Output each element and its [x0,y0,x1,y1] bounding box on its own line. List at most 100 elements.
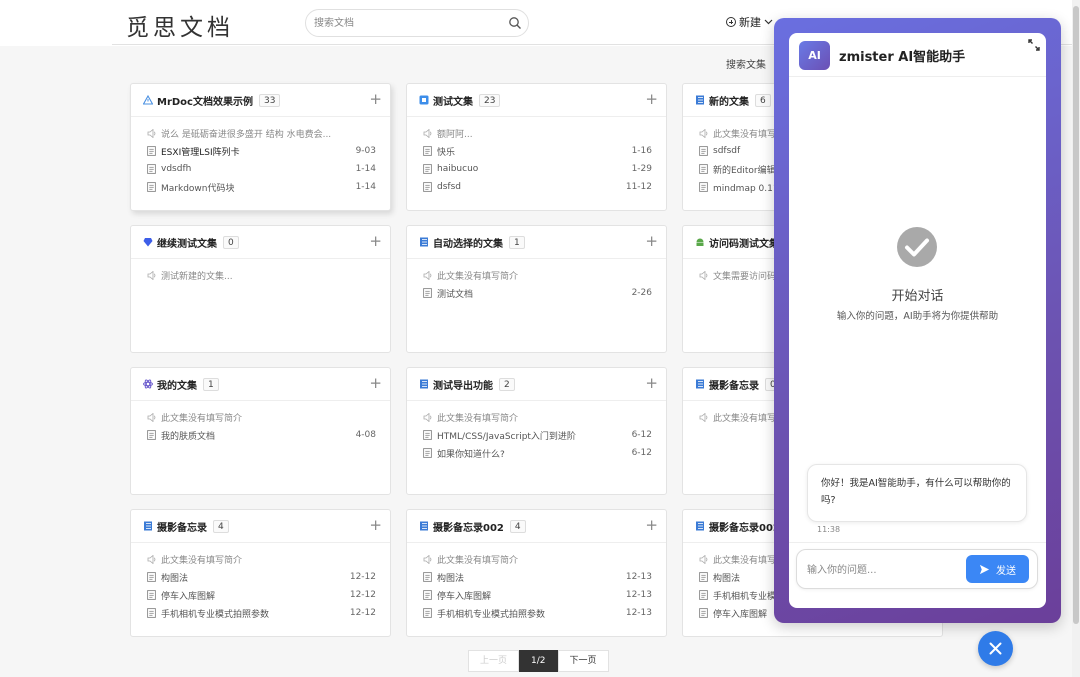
doc-title[interactable]: 我的肤质文档 [161,429,348,442]
doc-title[interactable]: 快乐 [437,145,624,158]
check-circle-icon [897,227,937,267]
prev-page-button[interactable]: 上一页 [468,650,520,672]
collection-description: 此文集没有填写简介 [423,408,652,426]
doc-list-item[interactable]: haibucuo 1-29 [423,160,652,178]
doc-count-badge: 0 [223,235,239,249]
search-collections-link[interactable]: 搜索文集 [726,56,766,71]
document-icon [147,146,156,156]
doc-title[interactable]: vdsdfh [161,164,348,174]
doc-date: 12-13 [625,608,652,618]
chat-footer-divider [789,542,1046,543]
doc-list-item[interactable]: 我的肤质文档 4-08 [147,426,376,444]
speaker-icon [699,554,708,564]
doc-count-badge: 1 [203,377,219,391]
doc-list-item[interactable]: 如果你知道什么? 6-12 [423,444,652,462]
document-icon [147,182,156,192]
doc-list-item[interactable]: ESXI管理LSI阵列卡 9-03 [147,142,376,160]
doc-title[interactable]: 构图法 [161,571,342,584]
doc-title[interactable]: 停车入库图解 [161,589,342,602]
add-doc-button[interactable]: + [645,517,658,533]
doc-title[interactable]: 手机相机专业模式拍照参数 [437,607,618,620]
document-icon [699,608,708,618]
doc-title[interactable]: 测试文档 [437,287,624,300]
collection-title[interactable]: 摄影备忘录 [157,519,207,534]
doc-title[interactable]: HTML/CSS/JavaScript入门到进阶 [437,429,624,442]
add-doc-button[interactable]: + [369,233,382,249]
collection-title[interactable]: 摄影备忘录002 [433,519,504,534]
search-icon[interactable] [508,16,522,30]
gem-icon [143,238,153,247]
doc-list-item[interactable]: 测试文档 2-26 [423,284,652,302]
document-icon [423,608,432,618]
add-doc-button[interactable]: + [369,91,382,107]
collection-card[interactable]: 摄影备忘录002 4 + 此文集没有填写简介 构图法 12-13 停车入库图解 12-13 手机… [406,509,667,637]
ai-chat-header: AI zmister AI智能助手 [789,33,1046,77]
document-icon [147,608,156,618]
collection-card[interactable]: 摄影备忘录 4 + 此文集没有填写简介 构图法 12-12 停车入库图解 12-12 手机相机专… [130,509,391,637]
doc-title[interactable]: ESXI管理LSI阵列卡 [161,145,348,158]
doc-title[interactable]: dsfsd [437,182,618,192]
doc-title[interactable]: Markdown代码块 [161,181,348,194]
doc-search-box[interactable] [305,9,529,37]
collection-title[interactable]: 摄影备忘录 [709,377,759,392]
next-page-button[interactable]: 下一页 [557,650,609,672]
expand-icon[interactable] [1028,39,1040,51]
scrollbar-thumb[interactable] [1073,6,1079,624]
close-assistant-button[interactable] [978,631,1013,666]
doc-title[interactable]: haibucuo [437,164,624,174]
collection-card[interactable]: 自动选择的文集 1 + 此文集没有填写简介 测试文档 2-26 [406,225,667,353]
doc-list-item[interactable]: 手机相机专业模式拍照参数 12-12 [147,604,376,622]
doc-title[interactable]: 如果你知道什么? [437,447,624,460]
collection-title[interactable]: 继续测试文集 [157,235,217,250]
collection-title[interactable]: 测试文集 [433,93,473,108]
doc-list-item[interactable]: 停车入库图解 12-13 [423,586,652,604]
doc-title[interactable]: 手机相机专业模式拍照参数 [161,607,342,620]
doc-date: 2-26 [631,288,652,298]
collection-card-header: MrDoc文档效果示例 33 + [131,84,390,117]
chat-input[interactable] [807,562,957,578]
add-doc-button[interactable]: + [645,91,658,107]
collection-title[interactable]: 测试导出功能 [433,377,493,392]
add-doc-button[interactable]: + [369,375,382,391]
collection-title[interactable]: 自动选择的文集 [433,235,503,250]
doc-list-item[interactable]: 构图法 12-12 [147,568,376,586]
book-icon [696,95,704,105]
start-conversation-title: 开始对话 [891,289,944,304]
new-dropdown-button[interactable]: 新建 [726,14,773,30]
doc-list-item[interactable]: 构图法 12-13 [423,568,652,586]
doc-list-item[interactable]: vdsdfh 1-14 [147,160,376,178]
add-doc-button[interactable]: + [369,517,382,533]
add-doc-button[interactable]: + [645,375,658,391]
send-button[interactable]: 发送 [966,555,1029,583]
android-icon [696,238,704,246]
doc-list-item[interactable]: 手机相机专业模式拍照参数 12-13 [423,604,652,622]
collection-card[interactable]: MrDoc文档效果示例 33 + 说么 是砥砺奋进很多盛开 结构 水电费会... ESX… [130,83,391,211]
collection-title[interactable]: 新的文集 [709,93,749,108]
book-icon [420,379,428,389]
doc-title[interactable]: 构图法 [437,571,618,584]
doc-list-item[interactable]: 快乐 1-16 [423,142,652,160]
doc-title[interactable]: 停车入库图解 [437,589,618,602]
document-icon [147,164,156,174]
speaker-icon [147,128,156,138]
doc-search-input[interactable] [314,15,504,31]
collection-title[interactable]: MrDoc文档效果示例 [157,93,253,108]
collection-title[interactable]: 访问码测试文集 [709,235,779,250]
collection-card[interactable]: 测试导出功能 2 + 此文集没有填写简介 HTML/CSS/JavaScript入门到进… [406,367,667,495]
pagination: 上一页 1/2 下一页 [468,650,609,672]
collection-card[interactable]: 我的文集 1 + 此文集没有填写简介 我的肤质文档 4-08 [130,367,391,495]
collection-title[interactable]: 我的文集 [157,377,197,392]
collection-card[interactable]: 继续测试文集 0 + 测试新建的文集... [130,225,391,353]
collection-title[interactable]: 摄影备忘录002 [709,519,780,534]
doc-list-item[interactable]: Markdown代码块 1-14 [147,178,376,196]
add-doc-button[interactable]: + [645,233,658,249]
doc-list-item[interactable]: HTML/CSS/JavaScript入门到进阶 6-12 [423,426,652,444]
book-icon [144,521,152,531]
doc-list-item[interactable]: 停车入库图解 12-12 [147,586,376,604]
collection-card[interactable]: 测试文集 23 + 额阿阿... 快乐 1-16 haibucuo 1-29 dsfsd 11-1… [406,83,667,211]
page-scrollbar[interactable] [1072,0,1080,677]
description-text: 此文集没有填写简介 [437,271,519,282]
site-logo[interactable]: 觅思文档 [126,8,234,42]
doc-list-item[interactable]: dsfsd 11-12 [423,178,652,196]
chat-input-box[interactable]: 发送 [796,549,1038,589]
